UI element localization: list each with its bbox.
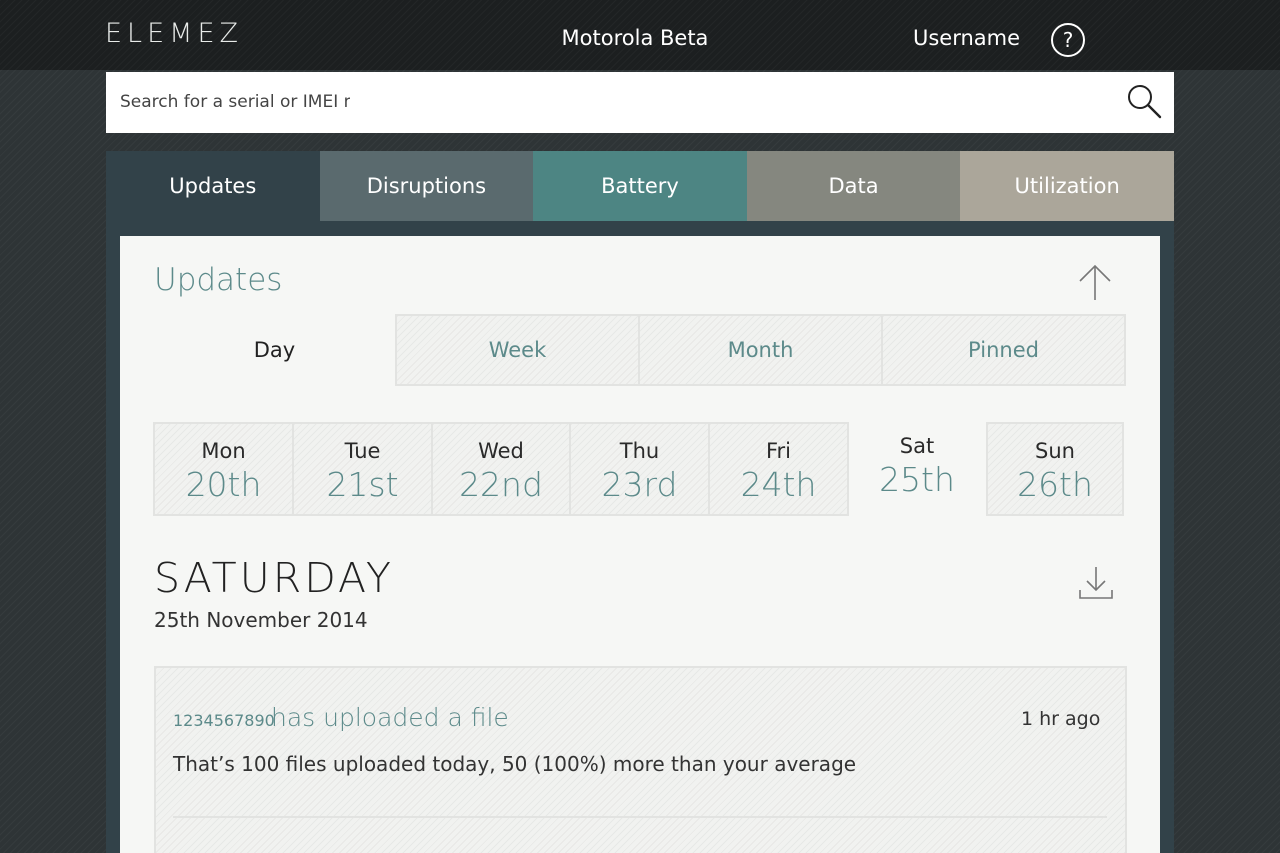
day-name: Tue (344, 439, 381, 463)
updates-card: Updates Day Week Month Pinned Mon 20th T… (120, 236, 1160, 853)
help-icon[interactable]: ? (1051, 23, 1085, 57)
tab-updates[interactable]: Updates (106, 151, 320, 221)
download-icon[interactable] (1076, 564, 1116, 604)
range-tab-day[interactable]: Day (154, 314, 395, 386)
tab-data[interactable]: Data (746, 151, 961, 221)
day-wed[interactable]: Wed 22nd (431, 422, 571, 516)
selected-day-heading: SATURDAY (154, 554, 394, 602)
username-menu[interactable]: Username (913, 26, 1020, 50)
day-fri[interactable]: Fri 24th (708, 422, 849, 516)
day-name: Thu (619, 439, 660, 463)
feed-description: That’s 100 files uploaded today, 50 (100… (173, 752, 857, 776)
range-tab-week[interactable]: Week (395, 314, 640, 386)
range-tabs: Day Week Month Pinned (154, 314, 1126, 386)
day-sat[interactable]: Sat 25th (847, 422, 987, 516)
range-tab-month[interactable]: Month (640, 314, 883, 386)
search-bar (106, 72, 1174, 133)
day-mon[interactable]: Mon 20th (153, 422, 294, 516)
day-name: Mon (201, 439, 246, 463)
search-input[interactable] (120, 86, 350, 118)
day-tue[interactable]: Tue 21st (292, 422, 433, 516)
main-panel: Updates Disruptions Battery Data Utiliza… (106, 151, 1174, 853)
day-number: 26th (1017, 465, 1093, 504)
divider (173, 816, 1107, 818)
search-icon[interactable] (1125, 82, 1165, 122)
day-selector: Mon 20th Tue 21st Wed 22nd Thu 23rd Fri … (153, 422, 1125, 516)
feed-timestamp: 1 hr ago (1021, 708, 1101, 730)
feed-action: has uploaded a file (271, 703, 509, 732)
day-sun[interactable]: Sun 26th (986, 422, 1124, 516)
day-number: 23rd (601, 465, 678, 504)
day-name: Wed (478, 439, 524, 463)
day-thu[interactable]: Thu 23rd (569, 422, 710, 516)
day-number: 21st (326, 465, 399, 504)
range-tab-pinned[interactable]: Pinned (883, 314, 1126, 386)
selected-date: 25th November 2014 (154, 608, 368, 632)
device-serial-link[interactable]: 1234567890 (173, 711, 275, 730)
day-number: 24th (740, 465, 817, 504)
day-name: Sat (899, 434, 935, 458)
top-bar: ELEMEZ Motorola Beta Username ? (0, 0, 1280, 70)
day-number: 20th (185, 465, 262, 504)
tab-utilization[interactable]: Utilization (960, 151, 1174, 221)
day-name: Sun (1035, 439, 1075, 463)
day-number: 22nd (459, 465, 543, 504)
tab-battery[interactable]: Battery (533, 151, 747, 221)
day-name: Fri (765, 439, 792, 463)
tab-disruptions[interactable]: Disruptions (319, 151, 534, 221)
category-tabs: Updates Disruptions Battery Data Utiliza… (106, 151, 1174, 221)
day-number: 25th (879, 460, 955, 499)
arrow-up-icon[interactable] (1075, 262, 1115, 304)
section-title: Updates (154, 262, 283, 298)
feed-item[interactable]: 1234567890 has uploaded a file 1 hr ago … (154, 666, 1127, 853)
